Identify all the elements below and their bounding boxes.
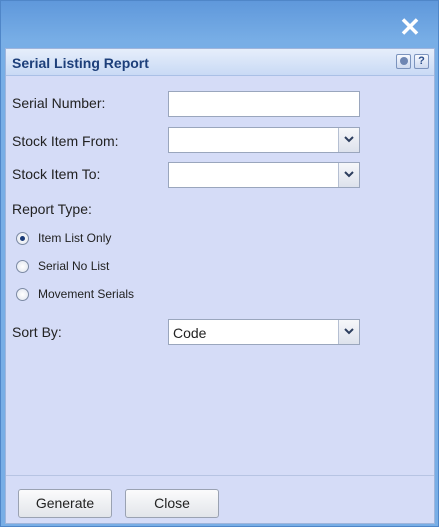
stock-item-to-label: Stock Item To: xyxy=(12,166,101,182)
serial-number-label: Serial Number: xyxy=(12,95,106,111)
chevron-down-icon[interactable] xyxy=(338,128,359,152)
settings-icon[interactable] xyxy=(396,54,411,69)
sort-by-value: Code xyxy=(173,325,207,341)
radio-label: Item List Only xyxy=(38,231,112,245)
stock-item-from-label: Stock Item From: xyxy=(12,133,119,149)
chevron-down-icon[interactable] xyxy=(338,163,359,187)
help-icon[interactable]: ? xyxy=(414,54,429,69)
close-icon[interactable]: ✕ xyxy=(399,14,421,40)
report-panel: Serial Listing Report ? Serial Number: S… xyxy=(5,48,435,524)
sort-by-label: Sort By: xyxy=(12,324,62,340)
close-button[interactable]: Close xyxy=(125,489,219,518)
serial-number-input[interactable] xyxy=(168,91,360,117)
radio-button[interactable] xyxy=(16,260,29,273)
sort-by-select[interactable]: Code xyxy=(168,319,360,345)
radio-button[interactable] xyxy=(16,288,29,301)
stock-item-from-select[interactable] xyxy=(168,127,360,153)
radio-label: Movement Serials xyxy=(38,287,135,301)
generate-button[interactable]: Generate xyxy=(18,489,112,518)
dialog-window: ✕ Serial Listing Report ? Serial Number:… xyxy=(0,0,439,527)
radio-button-checked[interactable] xyxy=(16,232,29,245)
panel-header: Serial Listing Report ? xyxy=(6,49,434,76)
panel-footer: Generate Close xyxy=(6,475,434,523)
stock-item-to-select[interactable] xyxy=(168,162,360,188)
radio-label: Serial No List xyxy=(38,259,110,273)
chevron-down-icon[interactable] xyxy=(338,320,359,344)
panel-title: Serial Listing Report xyxy=(12,55,149,71)
report-type-label: Report Type: xyxy=(12,201,92,217)
